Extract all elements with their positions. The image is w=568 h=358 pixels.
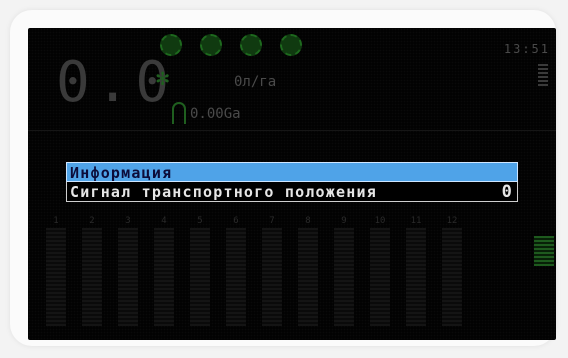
- section-column: 6: [226, 216, 246, 326]
- terminal-screen: 0.0 ✻ 0л/га 0.00Ga 13:51 1 2 3 4 5 6 7 8 9 10 11 12…: [28, 28, 556, 340]
- section-column-number: 9: [341, 216, 347, 226]
- section-column-number: 10: [374, 216, 386, 226]
- section-column-number: 12: [446, 216, 458, 226]
- level-meter-icon: [534, 236, 554, 266]
- section-column-number: 8: [305, 216, 311, 226]
- battery-icon: [538, 64, 548, 86]
- section-column: 3: [118, 216, 138, 326]
- section-column-number: 1: [53, 216, 59, 226]
- transport-signal-value: 0: [501, 182, 513, 202]
- rate-control-icon: ✻: [156, 66, 170, 91]
- menu-item-transport-signal[interactable]: Сигнал транспортного положения 0: [66, 182, 518, 202]
- section-column-number: 3: [125, 216, 131, 226]
- section-column-number: 2: [89, 216, 95, 226]
- popup-menu: Информация Сигнал транспортного положени…: [66, 162, 518, 202]
- section-column: 1: [46, 216, 66, 326]
- section-column: 4: [154, 216, 174, 326]
- menu-item-information[interactable]: Информация: [66, 162, 518, 182]
- section-column: 11: [406, 216, 426, 326]
- area-readout: 0.00Ga: [190, 106, 241, 122]
- section-4-icon: [280, 34, 302, 56]
- section-column: 2: [82, 216, 102, 326]
- area-counter-icon: [172, 102, 186, 124]
- section-column: 10: [370, 216, 390, 326]
- section-3-icon: [240, 34, 262, 56]
- section-column: 12: [442, 216, 462, 326]
- rate-readout: 0л/га: [234, 74, 277, 90]
- section-1-icon: [160, 34, 182, 56]
- section-columns: 1 2 3 4 5 6 7 8 9 10 11 12: [36, 216, 522, 326]
- menu-item-label: Сигнал транспортного положения: [70, 183, 377, 201]
- menu-item-label: Информация: [70, 164, 173, 182]
- section-column: 7: [262, 216, 282, 326]
- section-column-number: 7: [269, 216, 275, 226]
- section-column-number: 11: [410, 216, 422, 226]
- section-column: 8: [298, 216, 318, 326]
- section-column: 5: [190, 216, 210, 326]
- clock: 13:51: [503, 42, 550, 56]
- divider: [28, 130, 556, 131]
- section-column: 9: [334, 216, 354, 326]
- section-column-number: 5: [197, 216, 203, 226]
- section-column-number: 4: [161, 216, 167, 226]
- section-2-icon: [200, 34, 222, 56]
- section-column-number: 6: [233, 216, 239, 226]
